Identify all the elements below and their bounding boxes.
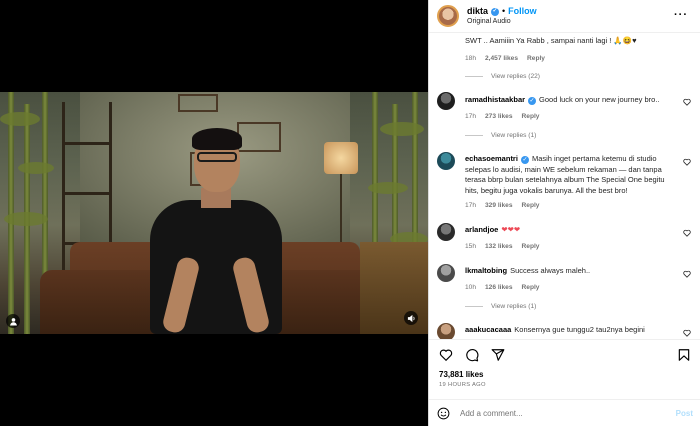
- comment-time[interactable]: 15h: [465, 243, 476, 250]
- view-replies-button[interactable]: View replies (1): [465, 132, 536, 139]
- comment-username[interactable]: ramadhistaakbar: [465, 95, 525, 104]
- heart-icon[interactable]: [683, 270, 691, 278]
- reply-button[interactable]: Reply: [527, 55, 545, 62]
- reply-button[interactable]: Reply: [522, 113, 540, 120]
- user-tag-icon[interactable]: [6, 314, 20, 328]
- comment-likes[interactable]: 2,457 likes: [485, 55, 518, 62]
- comment-body: aaakucacaaa Konsernya gue tunggu2 tau2nya…: [465, 325, 675, 336]
- avatar[interactable]: [437, 5, 459, 27]
- avatar[interactable]: [437, 223, 455, 241]
- add-comment-bar: Post: [429, 399, 700, 426]
- person-hair: [192, 128, 242, 150]
- view-replies-label: View replies (1): [491, 132, 537, 139]
- comment-meta: 15h 132 likes Reply: [465, 243, 539, 250]
- comments-list[interactable]: SWT .. Aamiiin Ya Rabb , sampai nanti la…: [429, 33, 700, 339]
- comment-body: ramadhistaakbar ✓ Good luck on your new jo…: [465, 95, 675, 106]
- comment-time[interactable]: 10h: [465, 284, 476, 291]
- username[interactable]: dikta: [467, 6, 488, 17]
- verified-icon: ✓: [491, 7, 500, 16]
- comment-time[interactable]: 17h: [465, 113, 476, 120]
- verified-icon: ✓: [528, 97, 537, 106]
- comment-input[interactable]: [460, 408, 650, 418]
- post-time[interactable]: 19 HOURS AGO: [439, 382, 691, 388]
- post-header: dikta ✓ • Follow Original Audio ···: [429, 0, 700, 33]
- comment-text: Success always maleh..: [510, 266, 591, 275]
- header-text: dikta ✓ • Follow Original Audio: [467, 5, 537, 26]
- verified-icon: ✓: [520, 156, 529, 165]
- separator: •: [502, 5, 506, 16]
- wall-frame: [178, 94, 218, 112]
- post-media[interactable]: [0, 0, 428, 426]
- comment-body: arlandjoe ❤❤❤: [465, 225, 675, 236]
- leaf: [4, 212, 48, 226]
- heart-icon[interactable]: [683, 158, 691, 166]
- comment-meta: 18h 2,457 likes Reply: [465, 55, 545, 62]
- likes-count[interactable]: 73,881 likes: [439, 370, 691, 379]
- glasses: [197, 152, 237, 162]
- lamp: [324, 142, 358, 174]
- post-panel: dikta ✓ • Follow Original Audio ··· SWT …: [428, 0, 700, 426]
- avatar[interactable]: [437, 92, 455, 110]
- comment-meta: 17h 273 likes Reply: [465, 113, 539, 120]
- leaf: [380, 122, 424, 136]
- view-replies-button[interactable]: View replies (1): [465, 303, 536, 310]
- heart-icon[interactable]: [683, 329, 691, 337]
- view-replies-label: View replies (22): [491, 73, 540, 80]
- comment-body: lkmaltobing Success always maleh..: [465, 266, 675, 277]
- reply-button[interactable]: Reply: [522, 284, 540, 291]
- reply-button[interactable]: Reply: [522, 243, 540, 250]
- comment-meta: 17h 329 likes Reply: [465, 202, 539, 209]
- heart-icon[interactable]: [439, 348, 453, 362]
- leaf: [368, 182, 408, 194]
- comment-username[interactable]: arlandjoe: [465, 225, 498, 234]
- emoji-icon[interactable]: [437, 407, 450, 420]
- share-icon[interactable]: [491, 348, 505, 362]
- comment-likes[interactable]: 132 likes: [485, 243, 513, 250]
- side-table: [360, 242, 428, 334]
- comment-meta: 10h 126 likes Reply: [465, 284, 539, 291]
- post-actions: 73,881 likes 19 HOURS AGO: [429, 339, 700, 399]
- heart-icon[interactable]: [683, 229, 691, 237]
- comment-username[interactable]: lkmaltobing: [465, 266, 507, 275]
- action-row: [439, 348, 691, 362]
- avatar[interactable]: [437, 152, 455, 170]
- audio-label[interactable]: Original Audio: [467, 18, 537, 26]
- comment-text: Konsernya gue tunggu2 tau2nya begini: [514, 325, 645, 334]
- view-replies-label: View replies (1): [491, 303, 537, 310]
- video-frame[interactable]: [0, 92, 428, 334]
- comment-likes[interactable]: 273 likes: [485, 113, 513, 120]
- bookmark-icon[interactable]: [677, 348, 691, 362]
- avatar[interactable]: [437, 264, 455, 282]
- wall-frame: [237, 122, 281, 152]
- post-button[interactable]: Post: [676, 409, 693, 418]
- follow-button[interactable]: Follow: [508, 6, 537, 17]
- comment-text: SWT .. Aamiiin Ya Rabb , sampai nanti la…: [465, 36, 637, 45]
- comment-body: echasoemantri ✓ Masih inget pertama ketemu…: [465, 154, 675, 196]
- comment-likes[interactable]: 329 likes: [485, 202, 513, 209]
- view-replies-button[interactable]: View replies (22): [465, 73, 540, 80]
- avatar[interactable]: [437, 323, 455, 339]
- comment-username[interactable]: echasoemantri: [465, 154, 518, 163]
- reply-button[interactable]: Reply: [522, 202, 540, 209]
- leaf: [18, 162, 54, 174]
- comment-time[interactable]: 17h: [465, 202, 476, 209]
- comment-username[interactable]: aaakucacaaa: [465, 325, 511, 334]
- leaf: [0, 112, 40, 126]
- comment-likes[interactable]: 126 likes: [485, 284, 513, 291]
- comment-time[interactable]: 18h: [465, 55, 476, 62]
- mute-icon[interactable]: [404, 311, 418, 325]
- comment-icon[interactable]: [465, 348, 479, 362]
- heart-icon[interactable]: [683, 98, 691, 106]
- comment-text: Good luck on your new journey bro..: [539, 95, 660, 104]
- comment-text: ❤❤❤: [501, 225, 521, 234]
- header-top: dikta ✓ • Follow: [467, 5, 537, 17]
- more-icon[interactable]: ···: [674, 9, 688, 21]
